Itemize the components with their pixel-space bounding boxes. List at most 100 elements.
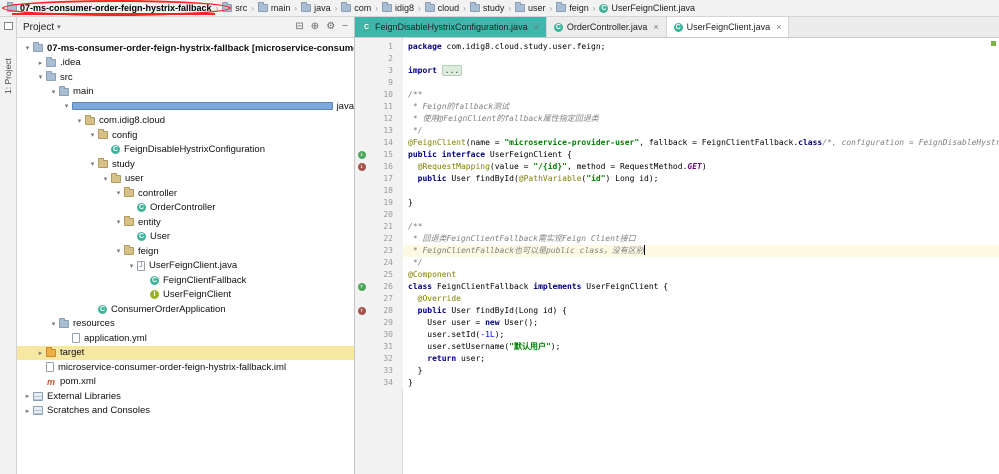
gutter-icon-zone[interactable]: ↓	[355, 149, 368, 161]
editor-tab[interactable]: CFeignDisableHystrixConfiguration.java×	[355, 17, 547, 37]
gutter-icon-zone[interactable]	[355, 173, 368, 185]
tree-item[interactable]: COrderController	[17, 201, 354, 216]
gutter-icon-zone[interactable]	[355, 41, 368, 53]
tree-chevron-icon[interactable]: ▾	[23, 44, 32, 52]
gutter-icon-zone[interactable]	[355, 77, 368, 89]
tree-item[interactable]: ▸Scratches and Consoles	[17, 404, 354, 419]
gutter-icon-zone[interactable]	[355, 185, 368, 197]
tree-item[interactable]: ▾java	[17, 99, 354, 114]
code-line[interactable]: 30 user.setId(-1L);	[355, 329, 999, 341]
code-line[interactable]: 14@FeignClient(name = "microservice-prov…	[355, 137, 999, 149]
tree-item[interactable]: ▾feign	[17, 244, 354, 259]
tree-item[interactable]: ▾com.idig8.cloud	[17, 114, 354, 129]
breadcrumb-item[interactable]: idig8	[379, 3, 417, 13]
breadcrumb-item[interactable]: cloud	[422, 3, 463, 13]
gutter-icon-zone[interactable]	[355, 137, 368, 149]
hide-icon[interactable]: −	[342, 22, 348, 32]
breadcrumb-item[interactable]: src	[219, 3, 250, 13]
gutter-icon-zone[interactable]	[355, 269, 368, 281]
settings-icon[interactable]: ⚙	[326, 22, 335, 32]
code-line[interactable]: 2	[355, 53, 999, 65]
gutter-icon-zone[interactable]	[355, 341, 368, 353]
tree-item[interactable]: ▾JUserFeignClient.java	[17, 259, 354, 274]
breadcrumb-item[interactable]: study	[467, 3, 508, 13]
gutter-icon-zone[interactable]	[355, 101, 368, 113]
tree-item[interactable]: ▾study	[17, 157, 354, 172]
gutter-icon-zone[interactable]: ↓	[355, 161, 368, 173]
tree-item[interactable]: ▸External Libraries	[17, 389, 354, 404]
code-line[interactable]: 24 */	[355, 257, 999, 269]
code-line[interactable]: 3import ...	[355, 65, 999, 77]
code-line[interactable]: 1package com.idig8.cloud.study.user.feig…	[355, 41, 999, 53]
breadcrumb-item[interactable]: user	[512, 3, 549, 13]
code-line[interactable]: 12 * 使用@FeignClient的fallback属性指定回退类	[355, 113, 999, 125]
gutter-icon-zone[interactable]	[355, 209, 368, 221]
tree-item[interactable]: ▸.idea	[17, 56, 354, 71]
code-line[interactable]: 31 user.setUsername("默认用户");	[355, 341, 999, 353]
code-line[interactable]: 34}	[355, 377, 999, 389]
tree-chevron-icon[interactable]: ▾	[101, 175, 110, 183]
tree-item[interactable]: CUser	[17, 230, 354, 245]
tree-item[interactable]: ▾resources	[17, 317, 354, 332]
gutter-icon-zone[interactable]	[355, 125, 368, 137]
gutter-icon-zone[interactable]	[355, 65, 368, 77]
code-line[interactable]: 22 * 回退类FeignClientFallback需实现Feign Clie…	[355, 233, 999, 245]
code-editor[interactable]: 1package com.idig8.cloud.study.user.feig…	[355, 38, 999, 474]
editor-tab[interactable]: CUserFeignClient.java×	[667, 17, 790, 37]
tree-item[interactable]: ▾controller	[17, 186, 354, 201]
tool-window-icon[interactable]	[4, 22, 13, 30]
tree-chevron-icon[interactable]: ▾	[75, 117, 84, 125]
tree-item[interactable]: ▾src	[17, 70, 354, 85]
breadcrumb-item[interactable]: com	[338, 3, 374, 13]
implements-icon[interactable]: ↑	[358, 283, 366, 291]
close-icon[interactable]: ×	[653, 22, 658, 32]
tree-item[interactable]: IUserFeignClient	[17, 288, 354, 303]
gutter-icon-zone[interactable]	[355, 293, 368, 305]
breadcrumb-item[interactable]: CUserFeignClient.java	[596, 3, 698, 13]
code-line[interactable]: 19}	[355, 197, 999, 209]
tree-chevron-icon[interactable]: ▾	[114, 247, 123, 255]
code-line[interactable]: 20	[355, 209, 999, 221]
tree-item[interactable]: ▾config	[17, 128, 354, 143]
tree-item[interactable]: ▸target	[17, 346, 354, 361]
gutter-icon-zone[interactable]	[355, 233, 368, 245]
gutter-icon-zone[interactable]	[355, 221, 368, 233]
code-line[interactable]: 25@Component	[355, 269, 999, 281]
gutter-icon-zone[interactable]	[355, 317, 368, 329]
breadcrumb-item[interactable]: feign	[553, 3, 592, 13]
gutter-icon-zone[interactable]	[355, 365, 368, 377]
tree-chevron-icon[interactable]: ▸	[36, 349, 45, 357]
code-line[interactable]: 13 */	[355, 125, 999, 137]
collapse-all-icon[interactable]: ⊟	[295, 22, 303, 32]
tree-item[interactable]: CFeignClientFallback	[17, 273, 354, 288]
implemented-icon[interactable]: ↓	[358, 151, 366, 159]
tree-item[interactable]: ▾entity	[17, 215, 354, 230]
gutter-icon-zone[interactable]	[355, 89, 368, 101]
tree-chevron-icon[interactable]: ▾	[114, 189, 123, 197]
breadcrumb-item[interactable]: main	[255, 3, 294, 13]
gutter-icon-zone[interactable]	[355, 245, 368, 257]
code-line[interactable]: 32 return user;	[355, 353, 999, 365]
tree-chevron-icon[interactable]: ▾	[88, 160, 97, 168]
chevron-down-icon[interactable]: ▾	[57, 23, 61, 31]
tree-item[interactable]: ▾main	[17, 85, 354, 100]
close-icon[interactable]: ×	[776, 22, 781, 32]
implemented-method-icon[interactable]: ↓	[358, 163, 366, 171]
code-line[interactable]: 23 * FeignClientFallback也可以是public class…	[355, 245, 999, 257]
tree-item[interactable]: mpom.xml	[17, 375, 354, 390]
tree-item[interactable]: application.yml	[17, 331, 354, 346]
code-line[interactable]: 9	[355, 77, 999, 89]
code-line[interactable]: 18	[355, 185, 999, 197]
code-line[interactable]: 10/**	[355, 89, 999, 101]
tree-chevron-icon[interactable]: ▾	[114, 218, 123, 226]
gutter-icon-zone[interactable]	[355, 257, 368, 269]
tree-chevron-icon[interactable]: ▾	[88, 131, 97, 139]
tree-item[interactable]: CConsumerOrderApplication	[17, 302, 354, 317]
editor-tab[interactable]: COrderController.java×	[547, 17, 667, 37]
code-line[interactable]: 29 User user = new User();	[355, 317, 999, 329]
project-tool-button[interactable]: 1: Project	[0, 37, 16, 115]
tree-item[interactable]: ▾user	[17, 172, 354, 187]
tree-chevron-icon[interactable]: ▾	[49, 88, 58, 96]
tree-item[interactable]: ▾07-ms-consumer-order-feign-hystrix-fall…	[17, 41, 354, 56]
code-line[interactable]: ↑26class FeignClientFallback implements …	[355, 281, 999, 293]
